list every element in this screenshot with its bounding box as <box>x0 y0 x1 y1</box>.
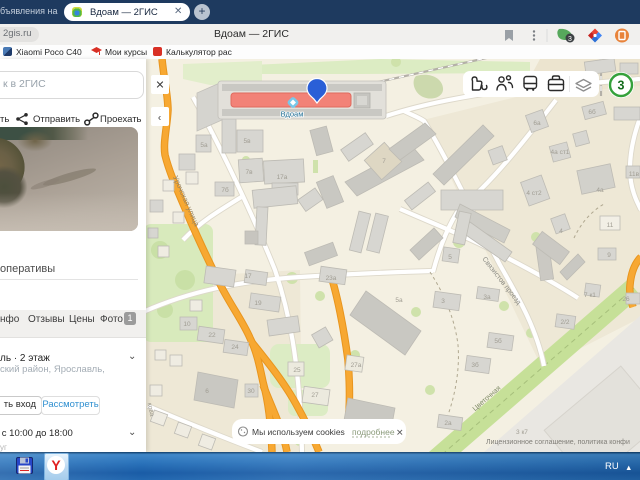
svg-text:23а: 23а <box>326 275 337 282</box>
svg-text:✕: ✕ <box>396 428 404 438</box>
svg-text:3 к7: 3 к7 <box>516 429 528 436</box>
svg-text:4 ст2: 4 ст2 <box>526 190 542 197</box>
svg-text:30: 30 <box>247 388 255 395</box>
svg-text:5в: 5в <box>243 138 251 145</box>
svg-text:2/2: 2/2 <box>560 319 569 326</box>
svg-text:10: 10 <box>183 321 191 328</box>
svg-text:11: 11 <box>607 222 614 229</box>
svg-text:17: 17 <box>244 273 252 280</box>
svg-text:3: 3 <box>618 79 625 93</box>
svg-text:6б: 6б <box>588 108 596 116</box>
svg-text:3а: 3а <box>483 294 491 301</box>
svg-text:17а: 17а <box>277 174 288 181</box>
svg-text:3: 3 <box>441 298 445 305</box>
svg-text:5а: 5а <box>395 297 403 304</box>
svg-text:3: 3 <box>568 36 572 43</box>
svg-text:6а: 6а <box>533 120 541 127</box>
svg-text:7б: 7б <box>221 186 229 194</box>
svg-text:27: 27 <box>311 392 319 399</box>
svg-text:4а ст1: 4а ст1 <box>551 149 570 156</box>
svg-text:11в: 11в <box>629 171 640 178</box>
svg-text:7: 7 <box>382 158 386 165</box>
svg-text:4: 4 <box>559 228 563 235</box>
svg-text:22: 22 <box>208 332 216 339</box>
svg-text:5а: 5а <box>200 142 208 149</box>
svg-text:5: 5 <box>448 254 452 261</box>
svg-text:6: 6 <box>205 388 209 395</box>
svg-text:Вдоам: Вдоам <box>281 110 304 119</box>
svg-text:4а: 4а <box>596 187 604 194</box>
svg-text:7 к1: 7 к1 <box>584 292 596 299</box>
svg-text:✕: ✕ <box>155 80 164 92</box>
svg-text:3б: 3б <box>471 361 479 369</box>
svg-text:‹: ‹ <box>158 113 161 124</box>
svg-text:5б: 5б <box>494 337 502 345</box>
svg-text:подробнее: подробнее <box>352 427 395 437</box>
svg-text:25: 25 <box>293 367 301 374</box>
svg-text:9: 9 <box>607 252 611 259</box>
svg-text:Мы используем cookies: Мы используем cookies <box>252 427 345 437</box>
svg-text:2а: 2а <box>444 420 452 427</box>
svg-text:26: 26 <box>622 296 630 303</box>
svg-text:24: 24 <box>231 344 239 351</box>
svg-text:27а: 27а <box>351 362 362 369</box>
svg-text:19: 19 <box>254 300 262 307</box>
svg-text:7в: 7в <box>245 169 253 176</box>
svg-text:Лицензионное соглашение, полит: Лицензионное соглашение, политика конфи <box>486 439 630 446</box>
